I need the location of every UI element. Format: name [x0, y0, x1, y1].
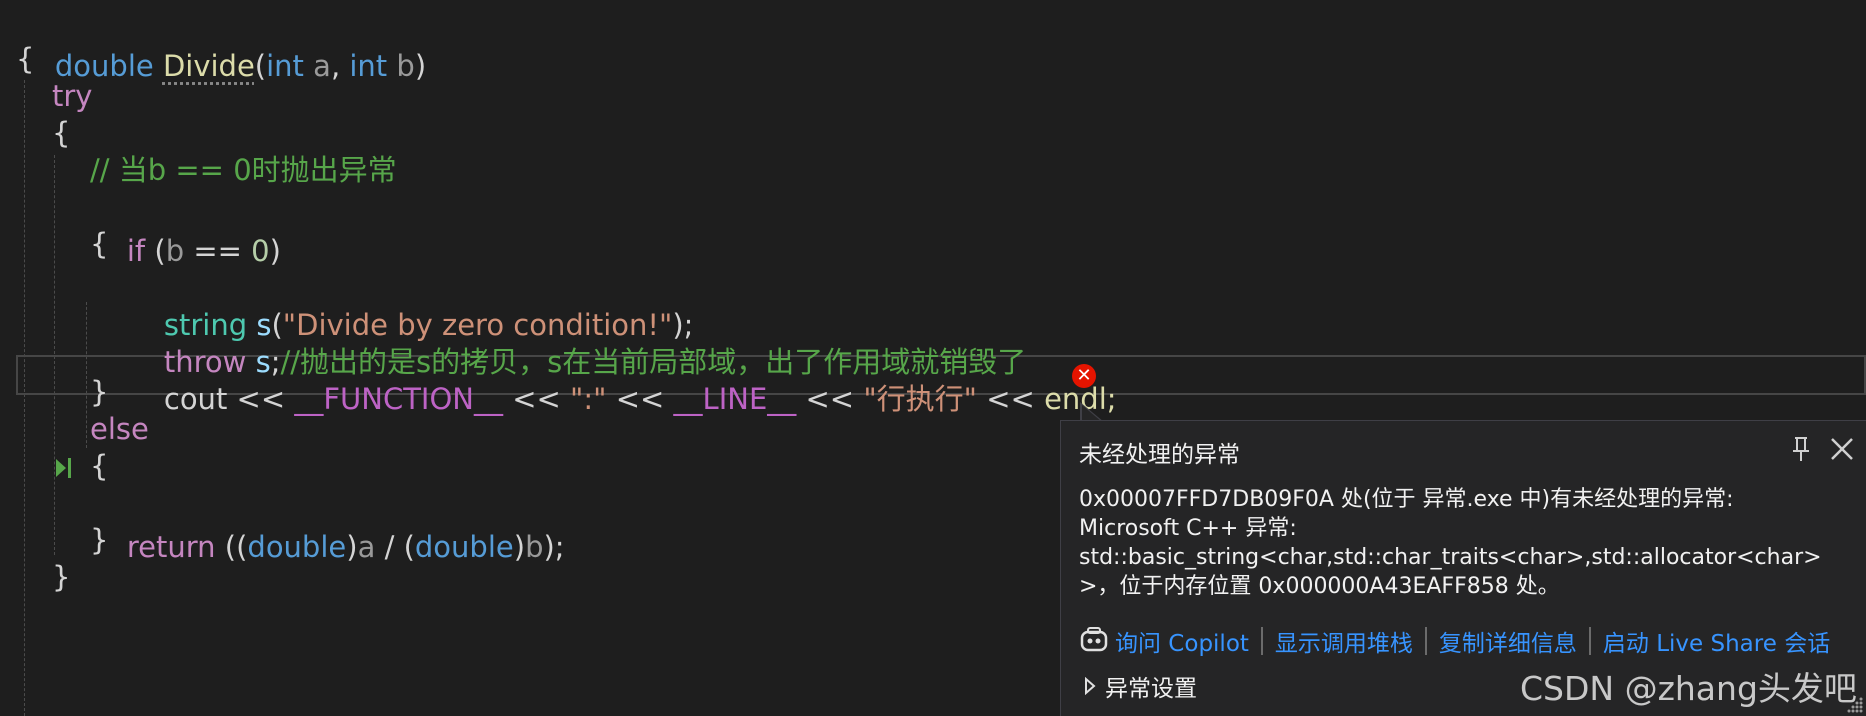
message-line: 0x00007FFD7DB09F0A 处(位于 异常.exe 中)有未经处理的异… [1079, 487, 1734, 512]
token: << [227, 382, 295, 416]
token: cout [163, 382, 228, 416]
token: ( [254, 49, 267, 83]
code-line-2: { [16, 37, 34, 81]
token: ) [414, 49, 427, 83]
token: double [247, 530, 347, 564]
token: ) [346, 530, 358, 564]
token: else [90, 412, 149, 446]
code-line-7: { [90, 222, 108, 266]
token: a [313, 49, 331, 83]
token: << [503, 382, 571, 416]
exception-message: 0x00007FFD7DB09F0A 处(位于 异常.exe 中)有未经处理的异… [1079, 485, 1849, 601]
ask-copilot-link[interactable]: 询问 Copilot [1115, 624, 1249, 658]
token: } [90, 523, 109, 557]
token: b [396, 49, 415, 83]
code-line-15: } [90, 518, 108, 562]
token: / ( [375, 530, 415, 564]
string-literal: ":" [570, 382, 607, 416]
token: << [796, 382, 864, 416]
function-name[interactable]: Divide [163, 49, 255, 83]
live-share-link[interactable]: 启动 Live Share 会话 [1603, 624, 1830, 658]
copy-details-link[interactable]: 复制详细信息 [1439, 624, 1577, 658]
token: (( [215, 530, 248, 564]
code-line-6: if (b == 0) [90, 185, 281, 268]
token: ) [513, 530, 526, 564]
separator [1260, 627, 1263, 655]
message-line: std::basic_string<char,std::char_traits<… [1079, 545, 1822, 570]
token: return [126, 530, 216, 564]
exception-settings-toggle[interactable]: 异常设置 [1083, 669, 1197, 703]
separator [1424, 627, 1427, 655]
token: << [606, 382, 674, 416]
resize-grip-icon[interactable] [1844, 694, 1864, 714]
token: { [16, 42, 35, 76]
message-line: Microsoft C++ 异常: [1079, 516, 1297, 541]
token: __LINE__ [673, 382, 797, 416]
token: << [977, 382, 1045, 416]
token: { [90, 227, 109, 261]
show-call-stack-link[interactable]: 显示调用堆栈 [1275, 624, 1413, 658]
comment: // 当b == 0时抛出异常 [90, 153, 397, 187]
token: b [525, 530, 544, 564]
token: { [52, 116, 71, 150]
string-literal: "行执行" [863, 382, 978, 416]
indent-guide [24, 80, 25, 716]
token: { [90, 449, 109, 483]
close-icon[interactable] [1828, 435, 1856, 463]
code-line-10: cout << __FUNCTION__ << ":" << __LINE__ … [127, 333, 1117, 416]
popup-actions: 询问 Copilot 显示调用堆栈 复制详细信息 启动 Live Share 会… [1079, 623, 1830, 659]
pin-icon[interactable] [1789, 435, 1813, 463]
token: } [52, 560, 71, 594]
token: , [330, 49, 350, 83]
token: ); [543, 530, 565, 564]
watermark: CSDN @zhang头发吧 [1520, 669, 1857, 708]
token: } [90, 375, 109, 409]
code-line-4: { [52, 111, 70, 155]
token: int [349, 49, 388, 83]
code-line-16: } [52, 555, 70, 599]
popup-title: 未经处理的异常 [1079, 442, 1240, 468]
next-statement-icon [56, 458, 71, 478]
separator [1588, 627, 1591, 655]
exception-settings-label: 异常设置 [1105, 676, 1197, 702]
code-line-1: double Divide(int a, int b) [18, 0, 426, 83]
token: int [266, 49, 304, 83]
token: double [414, 530, 514, 564]
caret-right-icon [1085, 677, 1096, 695]
token: try [52, 79, 93, 113]
code-line-14: return ((double)a / (double)b); [90, 481, 565, 564]
copilot-icon[interactable] [1079, 626, 1109, 656]
token: a [357, 530, 376, 564]
message-line: >，位于内存位置 0x000000A43EAFF858 处。 [1079, 574, 1560, 599]
token: __FUNCTION__ [294, 382, 503, 416]
